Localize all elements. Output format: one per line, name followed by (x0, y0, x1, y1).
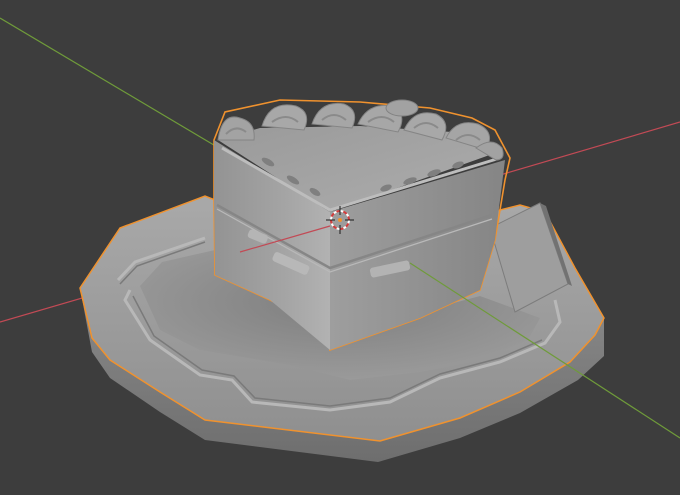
x-axis-line-right (499, 121, 680, 176)
viewport-canvas[interactable] (0, 0, 680, 495)
3d-viewport[interactable] (0, 0, 680, 495)
